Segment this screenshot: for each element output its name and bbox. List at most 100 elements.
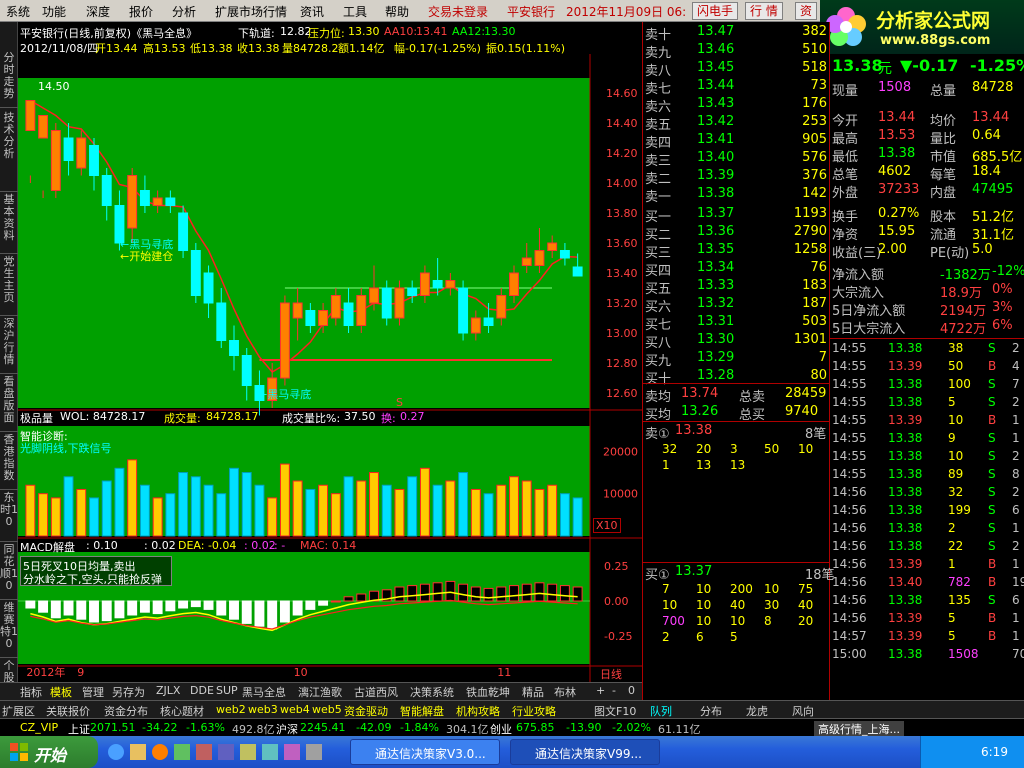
tab-premium[interactable]: 精品 <box>522 684 544 700</box>
app-icon-5[interactable] <box>262 744 278 760</box>
task-button-1[interactable]: 通达信决策家V3.0... <box>350 739 500 765</box>
sell-level[interactable]: 卖三 13.40 576 <box>645 150 829 169</box>
menu-tools[interactable]: 工具 <box>343 3 367 20</box>
tab-tonghuashun[interactable]: 同花顺10 <box>0 544 18 600</box>
sell-level[interactable]: 卖九 13.46 510 <box>645 42 829 61</box>
ext-tab-theme[interactable]: 核心题材 <box>160 703 204 719</box>
ext-tab-industry[interactable]: 行业攻略 <box>512 703 556 719</box>
chart-canvas[interactable]: 14.60 14.40 14.20 14.00 13.80 13.60 13.40 13.20… <box>18 54 642 682</box>
sell-level[interactable]: 卖四 13.41 905 <box>645 132 829 151</box>
sell-level[interactable]: 卖二 13.39 376 <box>645 168 829 187</box>
tab-lijiang[interactable]: 漓江渔歌 <box>298 684 342 700</box>
tab-layout[interactable]: 看盘版面 <box>0 376 18 432</box>
flow-row: 净流入额 -1382万 -12% <box>832 264 1024 283</box>
candle <box>572 266 583 277</box>
app-icon-2[interactable] <box>196 744 212 760</box>
start-button[interactable]: 开始 <box>0 736 98 768</box>
flash-trade-button[interactable]: 闪电手 <box>692 2 739 20</box>
menu-info[interactable]: 资讯 <box>300 3 324 20</box>
tab-zjlx[interactable]: ZJLX <box>156 684 180 697</box>
sell-level[interactable]: 卖八 13.45 518 <box>645 60 829 79</box>
buy-level[interactable]: 买六 13.32 187 <box>645 296 829 315</box>
buy-level[interactable]: 买九 13.29 7 <box>645 350 829 369</box>
tab-indicator[interactable]: 指标 <box>20 684 42 700</box>
ext-tab-dragon[interactable]: 龙虎 <box>746 703 768 719</box>
menu-quote[interactable]: 报价 <box>129 3 153 20</box>
menu-system[interactable]: 系统 <box>6 3 30 20</box>
ext-tab-f10[interactable]: 图文F10 <box>594 703 636 719</box>
buy-level[interactable]: 买三 13.35 1258 <box>645 242 829 261</box>
buy-level[interactable]: 买八 13.30 1301 <box>645 332 829 351</box>
ext-tab-related[interactable]: 关联报价 <box>46 703 90 719</box>
tab-hk-index[interactable]: 香港指数 <box>0 434 18 490</box>
tab-tiexue[interactable]: 铁血乾坤 <box>466 684 510 700</box>
tab-homepage[interactable]: 党生主页 <box>0 256 18 316</box>
tab-template[interactable]: 模板 <box>50 684 72 700</box>
buy-level[interactable]: 买四 13.34 76 <box>645 260 829 279</box>
sell-level[interactable]: 卖六 13.43 176 <box>645 96 829 115</box>
folder-icon[interactable] <box>130 744 146 760</box>
ext-tab-drive[interactable]: 资金驱动 <box>344 703 388 719</box>
x10-badge[interactable]: X10 <box>593 518 621 533</box>
menu-depth[interactable]: 深度 <box>86 3 110 20</box>
tick-count: 1 <box>1012 611 1020 625</box>
index-cz[interactable]: CZ_VIP <box>20 721 58 734</box>
task-button-2[interactable]: 通达信决策家V99... <box>510 739 660 765</box>
tab-dongshi[interactable]: 东时10 <box>0 492 18 542</box>
sell-level[interactable]: 卖一 13.38 142 <box>645 186 829 205</box>
trade-status[interactable]: 交易未登录 <box>428 3 488 20</box>
ext-tab-web3[interactable]: web3 <box>248 703 278 716</box>
tab-sup[interactable]: SUP <box>216 684 238 697</box>
ext-tab-institution[interactable]: 机构攻略 <box>456 703 500 719</box>
tab-save-as[interactable]: 另存为 <box>112 684 145 700</box>
tab-technical[interactable]: 技术分析 <box>0 112 18 192</box>
ext-tab-distribution[interactable]: 分布 <box>700 703 722 719</box>
app-icon-1[interactable] <box>174 744 190 760</box>
buy-level[interactable]: 买七 13.31 503 <box>645 314 829 333</box>
menu-function[interactable]: 功能 <box>42 3 66 20</box>
media-icon[interactable] <box>152 744 168 760</box>
quote-button[interactable]: 行 情 <box>745 2 783 20</box>
tab-fundamentals[interactable]: 基本资料 <box>0 194 18 254</box>
reset-button[interactable]: 0 <box>628 684 635 697</box>
ext-tab-web2[interactable]: web2 <box>216 703 246 716</box>
ext-tab-web4[interactable]: web4 <box>280 703 310 716</box>
menu-help[interactable]: 帮助 <box>385 3 409 20</box>
ext-tab-analysis[interactable]: 智能解盘 <box>400 703 444 719</box>
ext-tab-fund[interactable]: 资金分布 <box>104 703 148 719</box>
zoom-out-button[interactable]: - <box>612 684 616 697</box>
tab-weisaite[interactable]: 维赛特10 <box>0 602 18 658</box>
tab-intraday[interactable]: 分时走势 <box>0 52 18 108</box>
tab-market[interactable]: 深沪行情 <box>0 318 18 374</box>
ext-tab-area[interactable]: 扩展区 <box>2 703 35 719</box>
app-icon-7[interactable] <box>306 744 322 760</box>
tab-decision[interactable]: 决策系统 <box>410 684 454 700</box>
tab-manage[interactable]: 管理 <box>82 684 104 700</box>
ext-tab-web5[interactable]: web5 <box>312 703 342 716</box>
menu-extended-market[interactable]: 扩展市场行情 <box>215 3 287 20</box>
zoom-in-button[interactable]: + <box>596 684 605 697</box>
ext-tab-wind[interactable]: 风向 <box>792 703 814 719</box>
tab-heima[interactable]: 黑马全息 <box>242 684 286 700</box>
ie-icon[interactable] <box>108 744 124 760</box>
tab-gudao[interactable]: 古道西风 <box>354 684 398 700</box>
app-icon-6[interactable] <box>284 744 300 760</box>
tab-bollinger[interactable]: 布林 <box>554 684 576 700</box>
buy-level[interactable]: 买二 13.36 2790 <box>645 224 829 243</box>
app-icon-4[interactable] <box>240 744 256 760</box>
buy-level[interactable]: 买五 13.33 183 <box>645 278 829 297</box>
buy-level[interactable]: 买一 13.37 1193 <box>645 206 829 225</box>
ext-tab-queue[interactable]: 队列 <box>650 703 672 719</box>
sell-level[interactable]: 卖五 13.42 253 <box>645 114 829 133</box>
app-icon-3[interactable] <box>218 744 234 760</box>
info-button[interactable]: 资 <box>795 2 818 20</box>
index-advanced-quote[interactable]: 高级行情_上海... <box>814 721 904 737</box>
book-level-volume: 518 <box>802 60 827 75</box>
clock: 6:19 <box>981 745 1008 759</box>
sell-level[interactable]: 卖十 13.47 382 <box>645 24 829 43</box>
book-level-price: 13.44 <box>697 78 735 93</box>
menu-analysis[interactable]: 分析 <box>172 3 196 20</box>
sell-level[interactable]: 卖七 13.44 73 <box>645 78 829 97</box>
tab-dde[interactable]: DDE <box>190 684 214 697</box>
tick-time: 14:55 <box>832 413 867 427</box>
